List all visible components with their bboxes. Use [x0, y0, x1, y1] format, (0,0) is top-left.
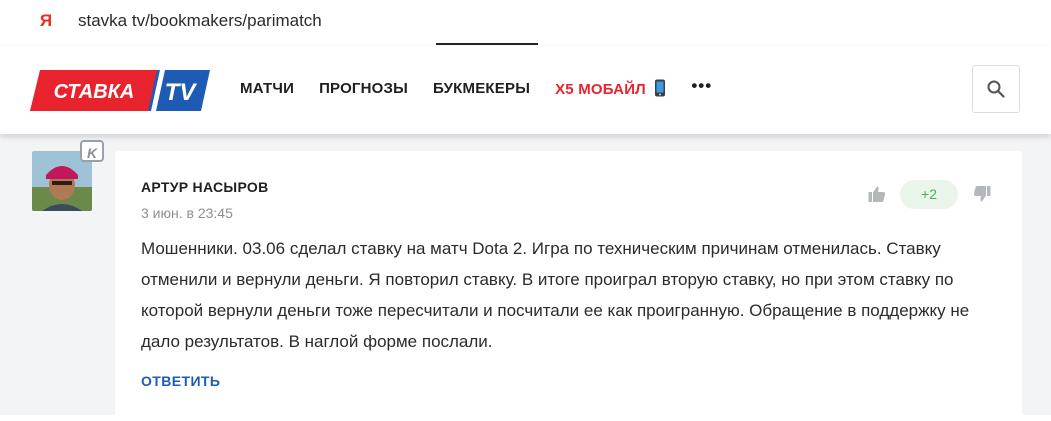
nav-item-bookmakers[interactable]: БУКМЕКЕРЫ [433, 79, 530, 100]
logo-text-left: СТАВКА [54, 81, 135, 103]
nav-item-predictions[interactable]: ПРОГНОЗЫ [319, 79, 408, 100]
thumbs-up-icon[interactable] [868, 185, 886, 203]
search-icon [987, 80, 1005, 98]
reply-button[interactable]: ОТВЕТИТЬ [141, 373, 220, 389]
site-header: СТАВКА TV МАТЧИ ПРОГНОЗЫ БУКМЕКЕРЫ X5 МО… [0, 46, 1051, 134]
nav-item-x5-mobile[interactable]: X5 МОБАЙЛ [555, 79, 666, 100]
nav-item-x5-mobile-label: X5 МОБАЙЛ [555, 81, 646, 98]
comment-card: АРТУР НАСЫРОВ 3 июн. в 23:45 +2 Мошенник… [115, 151, 1022, 421]
logo-text-right: TV [165, 79, 198, 106]
yandex-browser-icon: Я [39, 11, 53, 30]
browser-address-bar: Я stavka tv/bookmakers/parimatch [0, 0, 1051, 44]
thumbs-down-icon[interactable] [973, 185, 991, 203]
nav-item-matches[interactable]: МАТЧИ [240, 79, 294, 100]
search-button[interactable] [972, 65, 1020, 113]
phone-icon [655, 79, 666, 97]
verified-badge: K [80, 140, 104, 162]
main-nav: МАТЧИ ПРОГНОЗЫ БУКМЕКЕРЫ X5 МОБАЙЛ ••• [240, 77, 712, 100]
comment-text: Мошенники. 03.06 сделал ставку на матч D… [141, 239, 970, 351]
url-text[interactable]: stavka tv/bookmakers/parimatch [78, 10, 322, 32]
more-menu-button[interactable]: ••• [691, 77, 712, 100]
comment-author[interactable]: АРТУР НАСЫРОВ [141, 179, 269, 195]
comment-timestamp: 3 июн. в 23:45 [141, 205, 233, 221]
vote-score: +2 [900, 180, 958, 209]
stavka-tv-logo[interactable]: СТАВКА TV [30, 70, 210, 111]
